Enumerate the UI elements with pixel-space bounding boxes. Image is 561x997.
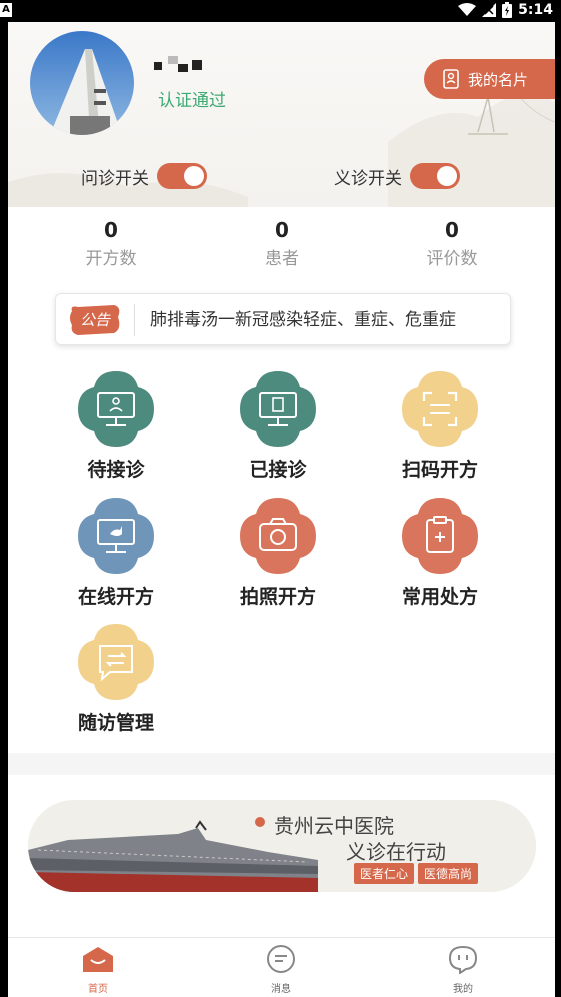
user-name-redacted bbox=[154, 56, 202, 72]
stat-prescriptions[interactable]: 0 开方数 bbox=[61, 218, 161, 269]
stat-patients[interactable]: 0 患者 bbox=[232, 218, 332, 269]
consult-toggle-row: 问诊开关 bbox=[81, 163, 207, 189]
announcement-bar[interactable]: 公告 肺排毒汤一新冠感染轻症、重症、危重症 bbox=[55, 293, 511, 345]
clipboard-plus-icon bbox=[402, 498, 478, 574]
battery-icon bbox=[502, 2, 513, 18]
accepted-consult-button[interactable]: 已接诊 bbox=[213, 369, 343, 482]
announcement-badge-text: 公告 bbox=[79, 311, 110, 329]
pending-consult-label: 待接诊 bbox=[87, 459, 145, 481]
common-prescription-button[interactable]: 常用处方 bbox=[375, 496, 505, 609]
my-card-label: 我的名片 bbox=[468, 70, 529, 89]
tab-messages-label: 消息 bbox=[271, 984, 291, 995]
online-prescribe-button[interactable]: 在线开方 bbox=[51, 496, 181, 609]
banner-subtitle: 义诊在行动 bbox=[346, 840, 446, 864]
wifi-icon bbox=[458, 3, 477, 16]
profile-icon bbox=[448, 945, 478, 975]
tab-mine-label: 我的 bbox=[453, 984, 473, 995]
section-divider bbox=[8, 753, 555, 775]
photo-prescribe-button[interactable]: 拍照开方 bbox=[213, 496, 343, 609]
stat-value: 0 bbox=[104, 218, 118, 242]
monitor-document-icon bbox=[240, 371, 316, 447]
chat-swap-icon bbox=[78, 624, 154, 700]
scan-prescribe-button[interactable]: 扫码开方 bbox=[375, 369, 505, 482]
my-card-button[interactable]: 我的名片 bbox=[424, 59, 555, 99]
home-icon bbox=[83, 947, 113, 972]
bottom-tab-bar: 首页 消息 我的 bbox=[8, 937, 555, 997]
clock: 5:14 bbox=[518, 2, 553, 18]
monitor-bird-icon bbox=[78, 498, 154, 574]
tab-messages[interactable]: 消息 bbox=[241, 944, 321, 995]
promo-banner[interactable]: 贵州云中医院 义诊在行动 医者仁心 医德高尚 bbox=[28, 800, 536, 892]
announcement-text: 肺排毒汤一新冠感染轻症、重症、危重症 bbox=[150, 310, 456, 330]
signal-icon bbox=[482, 3, 497, 17]
announcement-divider bbox=[134, 304, 135, 336]
stat-label: 开方数 bbox=[85, 249, 137, 269]
scan-prescribe-label: 扫码开方 bbox=[401, 459, 478, 481]
tab-home[interactable]: 首页 bbox=[58, 944, 138, 995]
banner-title: 贵州云中医院 bbox=[274, 814, 394, 838]
consult-toggle-label: 问诊开关 bbox=[81, 168, 149, 189]
message-icon bbox=[267, 945, 295, 973]
stat-reviews[interactable]: 0 评价数 bbox=[402, 218, 502, 269]
person-card-icon bbox=[443, 69, 459, 89]
banner-pill: 医者仁心 bbox=[354, 863, 415, 884]
free-clinic-toggle-row: 义诊开关 bbox=[334, 163, 460, 189]
home-screen: 认证通过 我的名片 问诊开关 义诊开关 0 开方数 0 患者 0 评价数 公告 … bbox=[8, 22, 555, 997]
follow-up-label: 随访管理 bbox=[77, 712, 154, 734]
monitor-person-icon bbox=[78, 371, 154, 447]
banner-pills: 医者仁心 医德高尚 bbox=[354, 863, 479, 884]
stat-label: 患者 bbox=[265, 249, 299, 269]
camera-icon bbox=[240, 498, 316, 574]
consult-toggle[interactable] bbox=[157, 163, 207, 189]
stat-value: 0 bbox=[445, 218, 459, 242]
tab-mine[interactable]: 我的 bbox=[423, 944, 503, 995]
avatar[interactable] bbox=[30, 31, 134, 135]
verified-status: 认证通过 bbox=[158, 91, 226, 111]
pending-consult-button[interactable]: 待接诊 bbox=[51, 369, 181, 482]
scan-icon bbox=[402, 371, 478, 447]
notification-a-icon: A bbox=[0, 3, 12, 17]
accepted-consult-label: 已接诊 bbox=[249, 459, 307, 481]
status-bar: A 5:14 bbox=[0, 0, 561, 22]
free-clinic-toggle-label: 义诊开关 bbox=[334, 168, 402, 189]
banner-pill: 医德高尚 bbox=[418, 863, 479, 884]
free-clinic-toggle[interactable] bbox=[410, 163, 460, 189]
status-icons: 5:14 bbox=[458, 2, 553, 18]
announcement-badge: 公告 bbox=[68, 303, 122, 337]
follow-up-button[interactable]: 随访管理 bbox=[51, 622, 181, 735]
online-prescribe-label: 在线开方 bbox=[77, 586, 154, 608]
stat-label: 评价数 bbox=[426, 249, 478, 269]
common-prescription-label: 常用处方 bbox=[401, 586, 478, 608]
stat-value: 0 bbox=[275, 218, 289, 242]
tab-home-label: 首页 bbox=[88, 984, 108, 995]
photo-prescribe-label: 拍照开方 bbox=[239, 586, 316, 608]
